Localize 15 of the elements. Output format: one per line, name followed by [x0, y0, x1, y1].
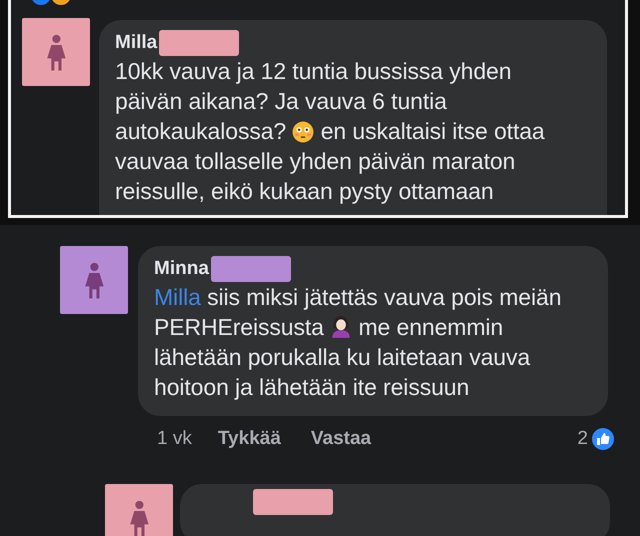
comment-text: 10kk vauva ja 12 tuntia bussissa yhden päivän aikana? Ja vauva 6 tuntia autokaukalossa? en uskaltaisi itse ottaa vauvaa tollaselle yhden päivän maraton reissulle, eikö kukaan pysty ottamaan	[115, 57, 546, 206]
author-name[interactable]: Minna	[154, 256, 209, 282]
person-icon	[330, 315, 352, 339]
thumbs-up-icon[interactable]	[591, 427, 615, 451]
avatar[interactable]	[105, 484, 173, 536]
avatar[interactable]	[22, 18, 90, 86]
mention-link[interactable]: Milla	[154, 284, 201, 310]
comment-text: Milla siis miksi jätettäs vauva pois meiän PERHEreissusta me ennemmin lähetään porukalla ku laitetaan vauva hoitoon ja lähetään ite reissuun	[154, 283, 562, 402]
author-name[interactable]: Milla	[115, 30, 158, 56]
comment-time[interactable]: 1 vk	[157, 428, 192, 450]
avatar[interactable]	[60, 246, 128, 314]
action-link[interactable]: Vastaa	[310, 428, 372, 450]
like-count: 2	[577, 428, 588, 450]
flushed-face-icon	[292, 121, 314, 143]
action-link[interactable]: Tykkää	[218, 428, 281, 450]
